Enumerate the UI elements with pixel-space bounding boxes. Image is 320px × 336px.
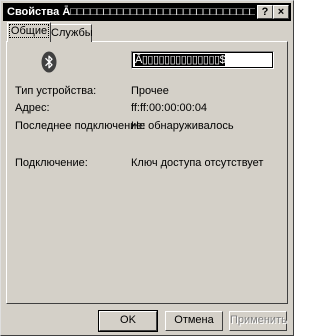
tab-services-label: Службы [51, 27, 93, 39]
bluetooth-icon [41, 51, 57, 73]
help-button[interactable]: ? [257, 5, 273, 19]
device-name-selected-text: Ā▯▯▯▯▯▯▯▯▯▯▯▯▯▯$ [135, 54, 226, 66]
cancel-button[interactable]: Отмена [165, 311, 223, 331]
ok-button[interactable]: OK [98, 310, 158, 332]
properties-dialog: Свойства Ā□□□□□□□□□□□□□□□□□□□□□□□□□□□□ ?… [0, 0, 294, 336]
address-value: ff:ff:00:00:00:04 [131, 102, 208, 114]
general-tab-panel [6, 41, 288, 304]
close-button[interactable]: × [273, 5, 289, 19]
connection-value: Ключ доступа отсутствует [131, 157, 264, 169]
window-title: Свойства Ā□□□□□□□□□□□□□□□□□□□□□□□□□□□□ [7, 6, 255, 18]
address-label: Адрес: [15, 102, 50, 114]
apply-button[interactable]: Применить [229, 311, 287, 331]
tab-general-label: Общие [8, 24, 50, 38]
device-type-value: Прочее [131, 85, 169, 97]
connection-label: Подключение: [15, 157, 88, 169]
device-type-label: Тип устройства: [15, 85, 97, 97]
device-name-input[interactable]: Ā▯▯▯▯▯▯▯▯▯▯▯▯▯▯$ [131, 51, 274, 69]
title-bar[interactable]: Свойства Ā□□□□□□□□□□□□□□□□□□□□□□□□□□□□ ?… [3, 3, 291, 21]
tab-services[interactable]: Службы [50, 24, 93, 42]
last-connection-value: Не обнаруживалось [131, 120, 234, 132]
last-connection-label: Последнее подключение: [15, 120, 146, 132]
tab-general[interactable]: Общие [7, 22, 51, 42]
